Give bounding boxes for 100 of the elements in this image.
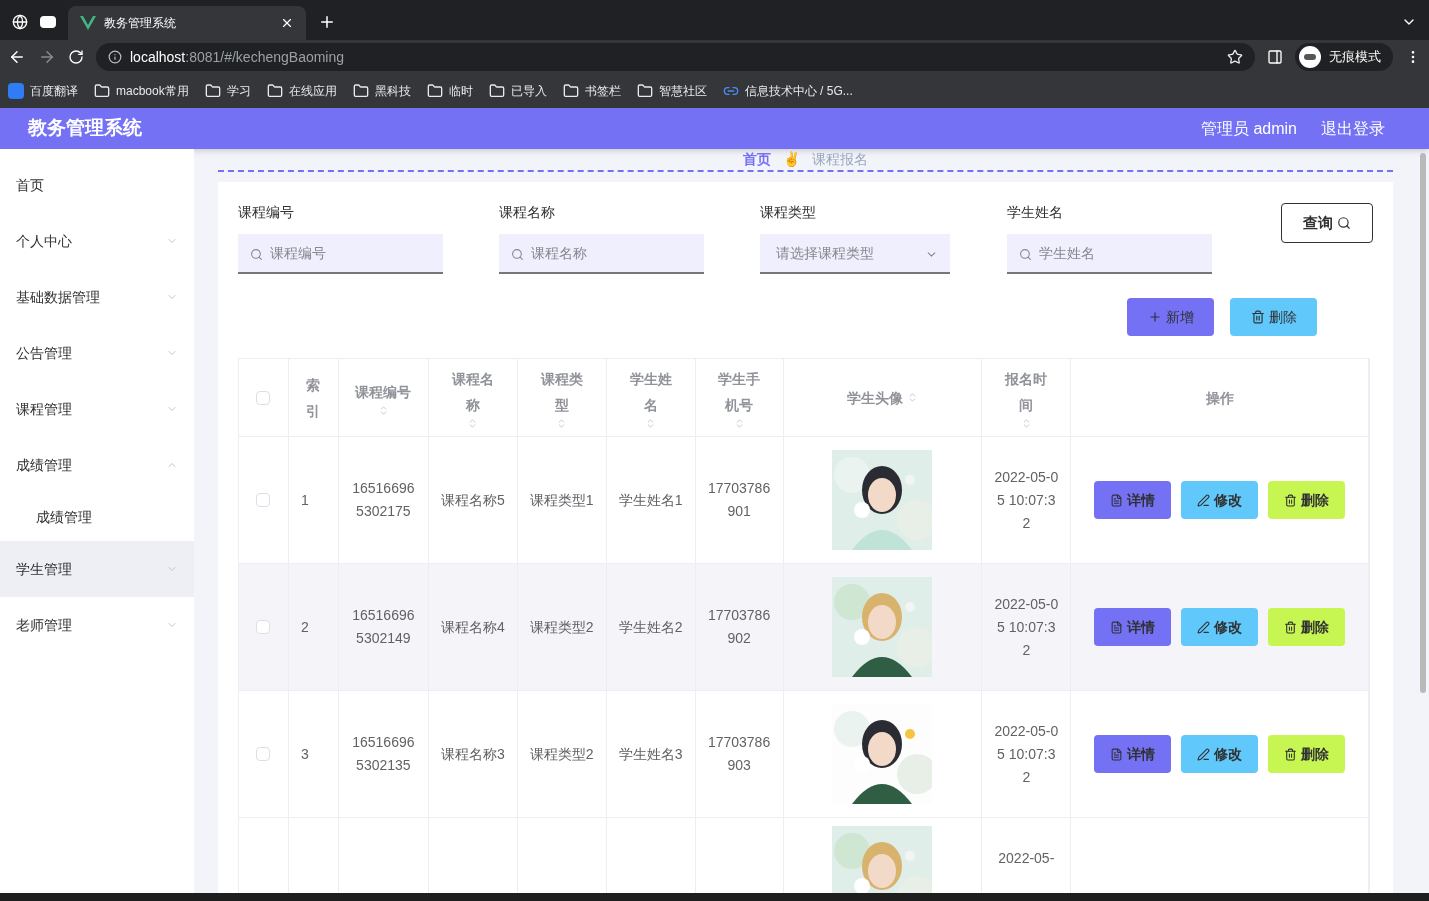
checkbox[interactable] xyxy=(256,493,271,507)
table-cell-text: 1 xyxy=(300,490,309,510)
checkbox[interactable] xyxy=(256,620,271,634)
table-cell-text: 2022-05-05 10:07:32 xyxy=(993,721,1060,787)
table-cell-text: 课程类型2 xyxy=(529,617,594,637)
url-text: localhost:8081/#/kechengBaoming xyxy=(130,47,346,67)
table-cell-text: 学生姓名1 xyxy=(618,490,683,510)
table-cell-text: 课程类型1 xyxy=(529,490,594,510)
folder-icon xyxy=(426,83,443,99)
bookmark[interactable]: 临时 xyxy=(426,82,473,100)
new-tab-icon[interactable] xyxy=(318,13,336,31)
logout-link[interactable]: 退出登录 xyxy=(1321,116,1385,141)
folder-icon xyxy=(562,83,579,99)
column-header: 操作 xyxy=(1071,359,1370,436)
app-title: 教务管理系统 xyxy=(28,116,143,141)
batch-delete-button[interactable]: 删除 xyxy=(1230,298,1317,336)
button-icon xyxy=(1110,747,1124,761)
back-icon[interactable] xyxy=(8,48,26,66)
sort-icon xyxy=(907,392,918,403)
globe-icon[interactable] xyxy=(12,14,28,30)
user-label: 管理员 admin xyxy=(1200,118,1297,139)
reload-icon[interactable] xyxy=(68,49,84,65)
menu-item[interactable]: 个人中心 xyxy=(0,213,194,269)
folder-icon xyxy=(94,83,110,99)
side-panel-icon[interactable] xyxy=(1267,49,1283,65)
bookmark[interactable]: 百度翻译 xyxy=(8,82,78,100)
query-button[interactable]: 查询 xyxy=(1281,203,1373,243)
table-cell-text: 17703786901 xyxy=(706,479,772,521)
bookmark[interactable]: macbook常用 xyxy=(94,82,189,100)
menu-item[interactable]: 老师管理 xyxy=(0,597,194,653)
menu-item[interactable]: 成绩管理 xyxy=(0,437,194,493)
table-cell-text: 课程名称4 xyxy=(440,617,505,637)
table-cell-text: 2022-05-05 10:07:32 xyxy=(993,467,1060,533)
folder-icon xyxy=(488,83,505,99)
folder-icon xyxy=(266,83,283,99)
info-icon xyxy=(108,50,122,64)
menu-item[interactable]: 基础数据管理 xyxy=(0,269,194,325)
search-field[interactable]: 课程编号 xyxy=(238,234,443,274)
checkbox[interactable] xyxy=(256,390,271,405)
folder-icon xyxy=(352,83,369,99)
filter-label: 课程名称 xyxy=(499,203,556,222)
button-icon xyxy=(1197,493,1211,507)
close-icon[interactable] xyxy=(280,16,294,30)
profile-chip[interactable]: 无痕模式 xyxy=(1295,43,1393,71)
button-icon xyxy=(1110,493,1124,507)
edit-button[interactable]: 修改 xyxy=(1181,735,1259,773)
button-icon xyxy=(1284,493,1298,507)
bookmark[interactable]: 智慧社区 xyxy=(636,82,707,100)
menu-item[interactable]: 学生管理 xyxy=(0,541,194,597)
bookmark[interactable]: 信息技术中心 / 5G... xyxy=(722,82,853,100)
folder-icon xyxy=(204,83,221,99)
edit-button[interactable]: 修改 xyxy=(1181,608,1259,646)
filter-label: 学生姓名 xyxy=(1007,203,1064,222)
search-icon xyxy=(1337,216,1351,230)
bookmark[interactable]: 在线应用 xyxy=(266,82,337,100)
bookmark[interactable]: 黑科技 xyxy=(352,82,411,100)
table-cell-text: 17703786903 xyxy=(706,733,772,775)
submenu-item[interactable]: 成绩管理 xyxy=(0,493,194,541)
bookmark[interactable]: 已导入 xyxy=(488,82,547,100)
bookmark[interactable]: 书签栏 xyxy=(562,82,621,100)
folder-icon xyxy=(636,83,653,99)
search-icon xyxy=(1019,248,1032,261)
delete-button[interactable]: 删除 xyxy=(1268,735,1346,773)
bookmark[interactable]: 学习 xyxy=(204,82,251,100)
table-cell-text: 165166965302135 xyxy=(351,733,416,775)
select-field[interactable]: 请选择课程类型 xyxy=(760,234,950,274)
browser-tab[interactable]: 教务管理系统 xyxy=(68,6,306,40)
menu-item[interactable]: 课程管理 xyxy=(0,381,194,437)
search-icon xyxy=(250,248,263,261)
table-cell-text: 学生姓名3 xyxy=(618,744,683,764)
table-cell-text: 课程名称3 xyxy=(440,744,505,764)
delete-button[interactable]: 删除 xyxy=(1268,608,1346,646)
table-cell-text: 3 xyxy=(300,744,309,764)
tab-title: 教务管理系统 xyxy=(104,15,177,32)
forward-icon[interactable] xyxy=(38,48,56,66)
table-cell-text: 2 xyxy=(300,617,309,637)
table-cell-text: 2022-05-05 10:07:32 xyxy=(993,594,1060,660)
button-icon xyxy=(1197,747,1211,761)
table-cell-text: 165166965302175 xyxy=(351,479,416,521)
button-icon xyxy=(1284,620,1298,634)
v-logo-icon xyxy=(80,16,96,30)
edit-button[interactable]: 修改 xyxy=(1181,481,1259,519)
delete-button[interactable]: 删除 xyxy=(1268,481,1346,519)
table-cell-text: 165166965302149 xyxy=(351,606,416,648)
menu-item[interactable]: 首页 xyxy=(0,157,194,213)
filter-label: 课程编号 xyxy=(238,203,295,222)
search-field[interactable]: 课程名称 xyxy=(499,234,704,274)
search-icon xyxy=(511,248,524,261)
add-button[interactable]: 新增 xyxy=(1127,298,1214,336)
table-cell-text: 2022-05- xyxy=(998,849,1055,868)
button-icon xyxy=(1197,620,1211,634)
plus-icon xyxy=(1147,310,1162,324)
table-cell-text: 学生姓名2 xyxy=(618,617,683,637)
button-icon xyxy=(1284,747,1298,761)
star-icon[interactable] xyxy=(1227,49,1243,65)
table-cell-text: 课程名称5 xyxy=(440,490,505,510)
checkbox[interactable] xyxy=(256,747,271,761)
menu-item[interactable]: 公告管理 xyxy=(0,325,194,381)
search-field[interactable]: 学生姓名 xyxy=(1007,234,1212,274)
address-bar[interactable]: localhost:8081/#/kechengBaoming xyxy=(96,43,1255,71)
